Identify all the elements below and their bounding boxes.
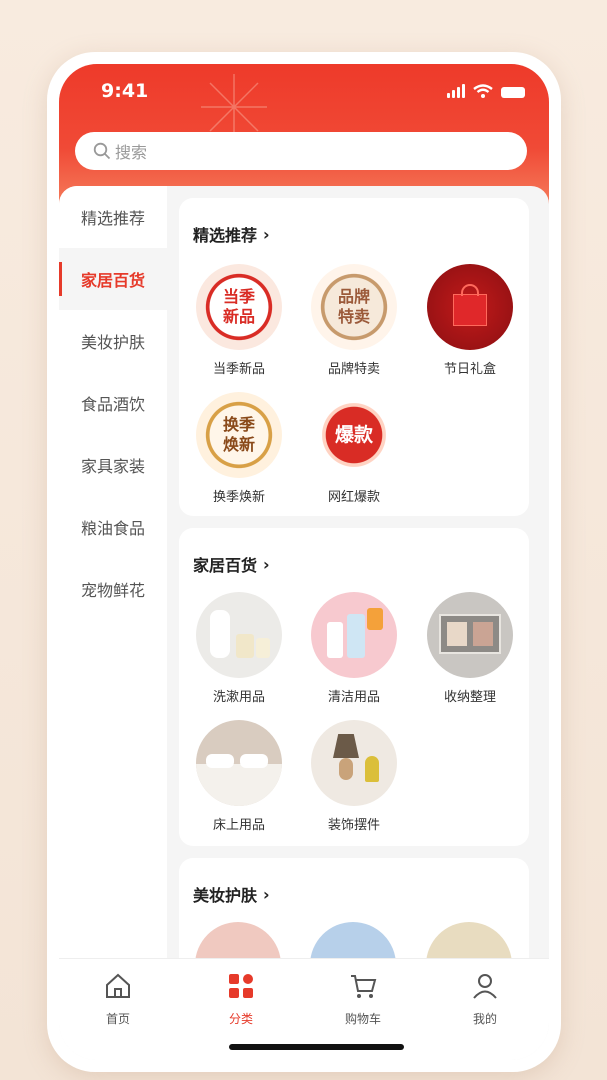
category-item[interactable]: 洗漱用品 [184, 592, 294, 705]
category-item[interactable]: 装饰摆件 [299, 720, 409, 833]
sidebar-item-beauty[interactable]: 美妆护肤 [59, 310, 167, 372]
category-item[interactable]: 清洁用品 [299, 592, 409, 705]
category-label: 品牌特卖 [327, 362, 380, 377]
tab-label: 分类 [228, 1012, 253, 1026]
bedding-image [196, 720, 282, 806]
status-time: 9:41 [101, 80, 149, 102]
seal-badge-icon: 当季 新品 [196, 264, 282, 350]
section-home-goods: 家居百货 › 洗漱用品 清洁用品 收纳整理 床上用品 装饰摆件 [179, 528, 529, 846]
tab-label: 我的 [472, 1012, 497, 1026]
phone-frame: 9:41 搜索 精选推荐 家居百货 美妆护肤 食品酒饮 家具家装 粮油食品 宠物… [47, 52, 561, 1072]
decor-ornament-image [311, 720, 397, 806]
category-item[interactable]: 换季 焕新 换季焕新 [184, 392, 294, 505]
wifi-icon [473, 84, 493, 98]
section-featured: 精选推荐 › 当季 新品 当季新品 品牌 特卖 品牌特卖 节日礼盒 换季 焕新 … [179, 198, 529, 516]
category-label: 节日礼盒 [443, 362, 496, 377]
seal-badge-icon: 爆款 [311, 392, 397, 478]
category-sidebar: 精选推荐 家居百货 美妆护肤 食品酒饮 家具家装 粮油食品 宠物鲜花 [59, 186, 167, 1060]
search-icon [93, 142, 111, 160]
seal-badge-icon: 品牌 特卖 [311, 264, 397, 350]
category-item[interactable]: 品牌 特卖 品牌特卖 [299, 264, 409, 377]
category-label: 床上用品 [212, 818, 265, 833]
home-icon [106, 973, 130, 998]
category-icon [229, 974, 253, 998]
category-item[interactable]: 收纳整理 [415, 592, 525, 705]
home-indicator [229, 1044, 404, 1050]
section-title[interactable]: 家居百货 › [193, 552, 270, 576]
category-label: 当季新品 [212, 362, 265, 377]
sidebar-item-label: 粮油食品 [80, 519, 145, 538]
category-label: 换季焕新 [212, 490, 265, 505]
bottom-tabbar: 首页 分类 购物车 我的 [59, 958, 549, 1060]
tab-home[interactable]: 首页 [78, 971, 158, 1027]
tab-label: 首页 [105, 1012, 130, 1026]
category-label: 收纳整理 [443, 690, 496, 705]
section-title[interactable]: 美妆护肤 › [193, 882, 270, 906]
sidebar-item-label: 食品酒饮 [80, 395, 145, 414]
sidebar-item-furniture[interactable]: 家具家装 [59, 434, 167, 496]
sidebar-item-home-goods[interactable]: 家居百货 [59, 248, 167, 310]
search-placeholder: 搜索 [115, 143, 148, 162]
chevron-right-icon: › [263, 554, 270, 574]
app-screen: 9:41 搜索 精选推荐 家居百货 美妆护肤 食品酒饮 家具家装 粮油食品 宠物… [59, 64, 549, 1060]
category-label: 装饰摆件 [327, 818, 380, 833]
gift-box-icon [427, 264, 513, 350]
category-content: 精选推荐 › 当季 新品 当季新品 品牌 特卖 品牌特卖 节日礼盒 换季 焕新 … [179, 186, 529, 1060]
storage-organizer-image [427, 592, 513, 678]
chevron-right-icon: › [263, 884, 270, 904]
sidebar-item-grain-oil[interactable]: 粮油食品 [59, 496, 167, 558]
sidebar-item-featured[interactable]: 精选推荐 [59, 186, 167, 248]
tab-category[interactable]: 分类 [201, 971, 281, 1027]
category-item[interactable]: 当季 新品 当季新品 [184, 264, 294, 377]
tab-label: 购物车 [344, 1012, 381, 1026]
cart-icon [351, 975, 377, 998]
toiletries-image [196, 592, 282, 678]
header: 9:41 搜索 [59, 64, 549, 204]
category-label: 网红爆款 [327, 490, 380, 505]
status-bar: 9:41 [59, 78, 549, 108]
seal-badge-icon: 换季 焕新 [196, 392, 282, 478]
battery-icon [501, 87, 525, 98]
search-input[interactable]: 搜索 [75, 132, 527, 170]
user-icon [473, 974, 497, 999]
category-item[interactable]: 爆款 网红爆款 [299, 392, 409, 505]
category-label: 洗漱用品 [212, 690, 265, 705]
status-icons [447, 84, 525, 98]
sidebar-item-food-drinks[interactable]: 食品酒饮 [59, 372, 167, 434]
category-item[interactable]: 节日礼盒 [415, 264, 525, 377]
sidebar-item-label: 宠物鲜花 [80, 581, 145, 600]
section-title[interactable]: 精选推荐 › [193, 222, 270, 246]
tab-profile[interactable]: 我的 [445, 971, 525, 1027]
chevron-right-icon: › [263, 224, 270, 244]
signal-icon [447, 84, 465, 98]
sidebar-item-label: 美妆护肤 [80, 333, 145, 352]
sidebar-item-pets-flowers[interactable]: 宠物鲜花 [59, 558, 167, 620]
category-label: 清洁用品 [327, 690, 380, 705]
cleaning-supplies-image [311, 592, 397, 678]
category-body: 精选推荐 家居百货 美妆护肤 食品酒饮 家具家装 粮油食品 宠物鲜花 精选推荐 … [59, 186, 549, 1060]
category-item[interactable]: 床上用品 [184, 720, 294, 833]
sidebar-item-label: 精选推荐 [80, 209, 145, 228]
tab-cart[interactable]: 购物车 [323, 971, 403, 1027]
sidebar-item-label: 家居百货 [80, 271, 145, 290]
sidebar-item-label: 家具家装 [80, 457, 145, 476]
